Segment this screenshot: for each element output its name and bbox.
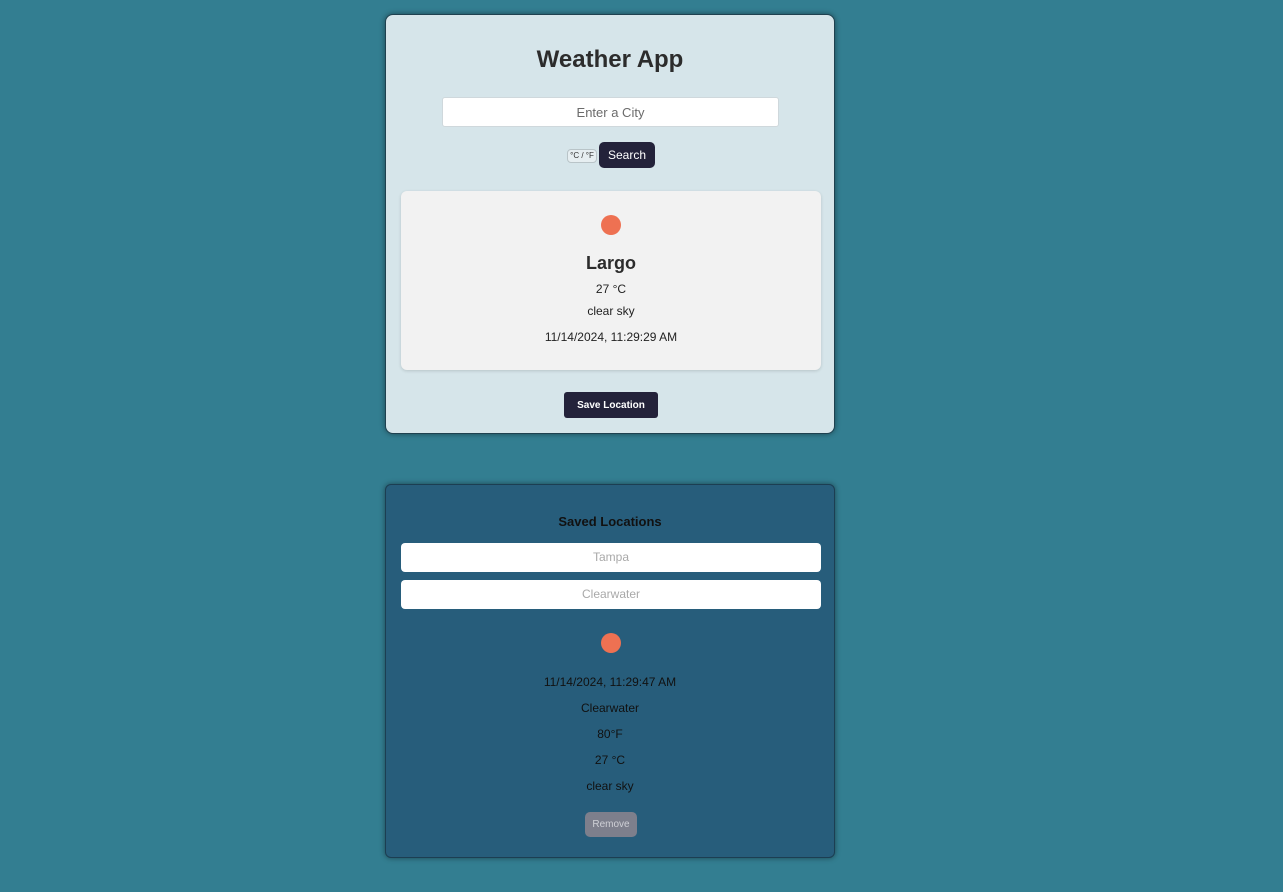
city-search-input[interactable] <box>442 97 779 127</box>
remove-location-button[interactable]: Remove <box>585 812 637 837</box>
page: { "app": { "title": "Weather App" }, "se… <box>0 0 1283 892</box>
saved-datetime: 11/14/2024, 11:29:47 AM <box>543 675 677 689</box>
saved-temperature-f: 80°F <box>597 727 623 741</box>
current-temperature: 27 °C <box>595 282 627 296</box>
saved-temperature-c: 27 °C <box>594 753 626 767</box>
save-location-button[interactable]: Save Location <box>564 392 658 418</box>
weather-app-card: Weather App °C / °F Search Largo 27 °C c… <box>385 14 835 434</box>
saved-location-item[interactable]: Tampa <box>401 543 821 572</box>
current-description: clear sky <box>587 304 635 318</box>
saved-description: clear sky <box>586 779 634 793</box>
current-weather-panel: Largo 27 °C clear sky 11/14/2024, 11:29:… <box>401 191 821 370</box>
saved-location-item[interactable]: Clearwater <box>401 580 821 609</box>
saved-city-name: Clearwater <box>580 701 640 715</box>
search-button[interactable]: Search <box>599 142 655 168</box>
unit-toggle-button[interactable]: °C / °F <box>567 149 597 163</box>
saved-locations-title: Saved Locations <box>558 514 662 529</box>
sun-weather-icon <box>601 633 621 653</box>
current-city-name: Largo <box>585 253 636 273</box>
app-title: Weather App <box>536 46 684 73</box>
saved-locations-card: Saved Locations Tampa Clearwater 11/14/2… <box>385 484 835 858</box>
current-datetime: 11/14/2024, 11:29:29 AM <box>544 330 678 344</box>
sun-weather-icon <box>601 215 621 235</box>
